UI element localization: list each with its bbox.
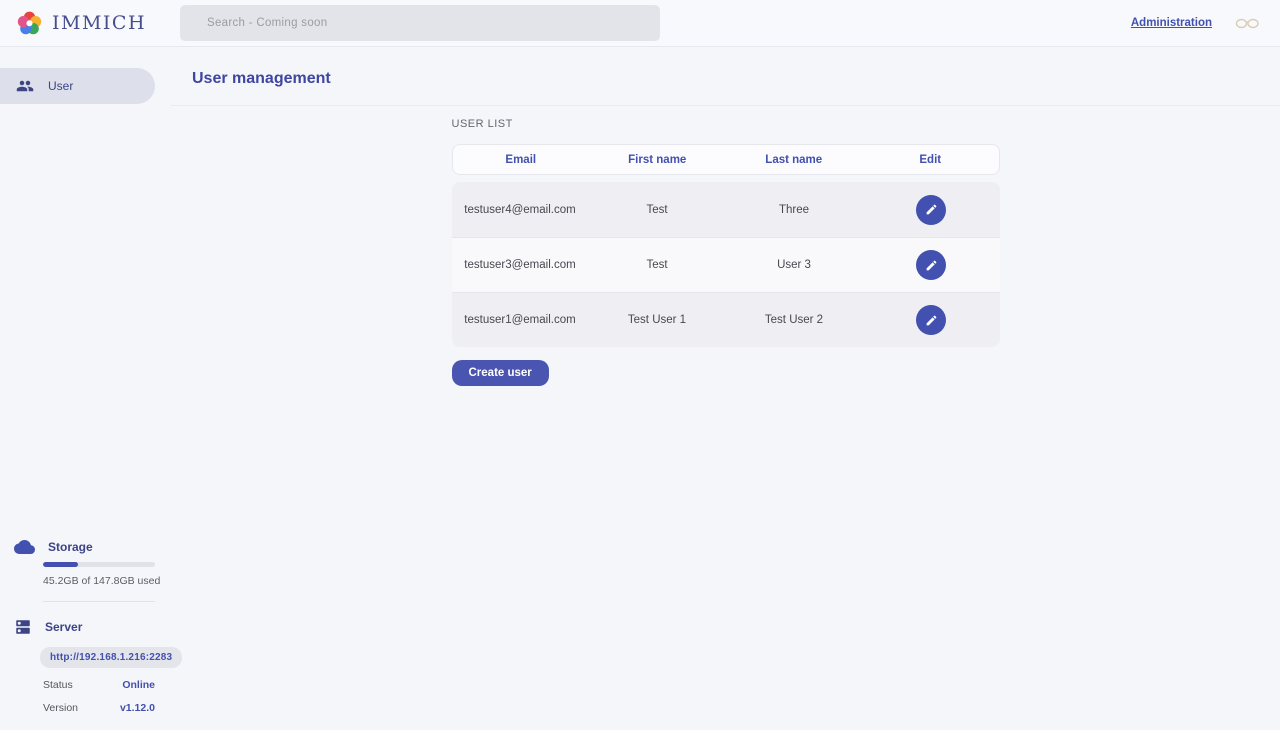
topbar-right: Administration [1131, 7, 1280, 40]
table-row: testuser3@email.com Test User 3 [452, 237, 1000, 292]
sidebar-bottom: Storage 45.2GB of 147.8GB used Server ht… [0, 539, 171, 730]
glasses-icon [1235, 18, 1260, 29]
user-table: USER LIST Email First name Last name Edi… [452, 118, 1000, 730]
immich-flower-icon [16, 10, 43, 37]
users-group-icon [16, 77, 34, 95]
status-value: Online [122, 679, 155, 691]
cell-edit [863, 195, 1000, 225]
create-user-button[interactable]: Create user [452, 360, 549, 386]
server-version-row: Version v1.12.0 [43, 702, 155, 714]
cloud-icon [14, 539, 35, 555]
column-header-first-name: First name [589, 154, 726, 166]
search-input[interactable] [180, 5, 660, 41]
page-title: User management [192, 70, 1280, 88]
user-list-area: USER LIST Email First name Last name Edi… [171, 106, 1280, 730]
cell-email: testuser3@email.com [452, 259, 589, 271]
table-header-row: Email First name Last name Edit [452, 144, 1000, 175]
status-label: Status [43, 679, 73, 691]
cell-edit [863, 250, 1000, 280]
edit-user-button[interactable] [916, 250, 946, 280]
administration-link[interactable]: Administration [1131, 17, 1212, 29]
cell-last-name: User 3 [726, 259, 863, 271]
sidebar-item-user[interactable]: User [0, 68, 155, 104]
section-label: USER LIST [452, 118, 1000, 130]
version-value: v1.12.0 [120, 702, 155, 714]
column-header-edit: Edit [862, 154, 999, 166]
storage-progress-fill [43, 562, 78, 567]
sidebar-divider [43, 601, 155, 602]
table-row: testuser4@email.com Test Three [452, 182, 1000, 237]
cell-last-name: Three [726, 204, 863, 216]
app-title: IMMICH [52, 12, 146, 34]
storage-usage-text: 45.2GB of 147.8GB used [43, 575, 171, 587]
table-row: testuser1@email.com Test User 1 Test Use… [452, 292, 1000, 347]
storage-title: Storage [48, 540, 93, 554]
version-label: Version [43, 702, 78, 714]
user-avatar[interactable] [1231, 7, 1264, 40]
pencil-icon [925, 314, 938, 327]
main-layout: User Storage 45.2GB of 147.8GB used Serv… [0, 47, 1280, 730]
content: User management USER LIST Email First na… [171, 47, 1280, 730]
cell-email: testuser1@email.com [452, 314, 589, 326]
cell-email: testuser4@email.com [452, 204, 589, 216]
app-logo[interactable]: IMMICH [0, 10, 180, 37]
column-header-last-name: Last name [726, 154, 863, 166]
column-header-email: Email [453, 154, 590, 166]
pencil-icon [925, 259, 938, 272]
server-url-badge: http://192.168.1.216:2283 [40, 647, 182, 668]
topbar: IMMICH Administration [0, 0, 1280, 47]
cell-first-name: Test [589, 204, 726, 216]
edit-user-button[interactable] [916, 195, 946, 225]
server-icon [14, 618, 32, 636]
cell-last-name: Test User 2 [726, 314, 863, 326]
cell-first-name: Test User 1 [589, 314, 726, 326]
pencil-icon [925, 203, 938, 216]
sidebar: User Storage 45.2GB of 147.8GB used Serv… [0, 47, 171, 730]
server-title: Server [45, 620, 82, 634]
sidebar-item-label: User [48, 79, 73, 93]
table-body: testuser4@email.com Test Three te [452, 182, 1000, 347]
server-section-header: Server [0, 618, 171, 636]
storage-progress-bar [43, 562, 155, 567]
storage-section-header: Storage [0, 539, 171, 555]
page-header: User management [171, 47, 1280, 106]
server-status-row: Status Online [43, 679, 155, 691]
edit-user-button[interactable] [916, 305, 946, 335]
cell-edit [863, 305, 1000, 335]
cell-first-name: Test [589, 259, 726, 271]
